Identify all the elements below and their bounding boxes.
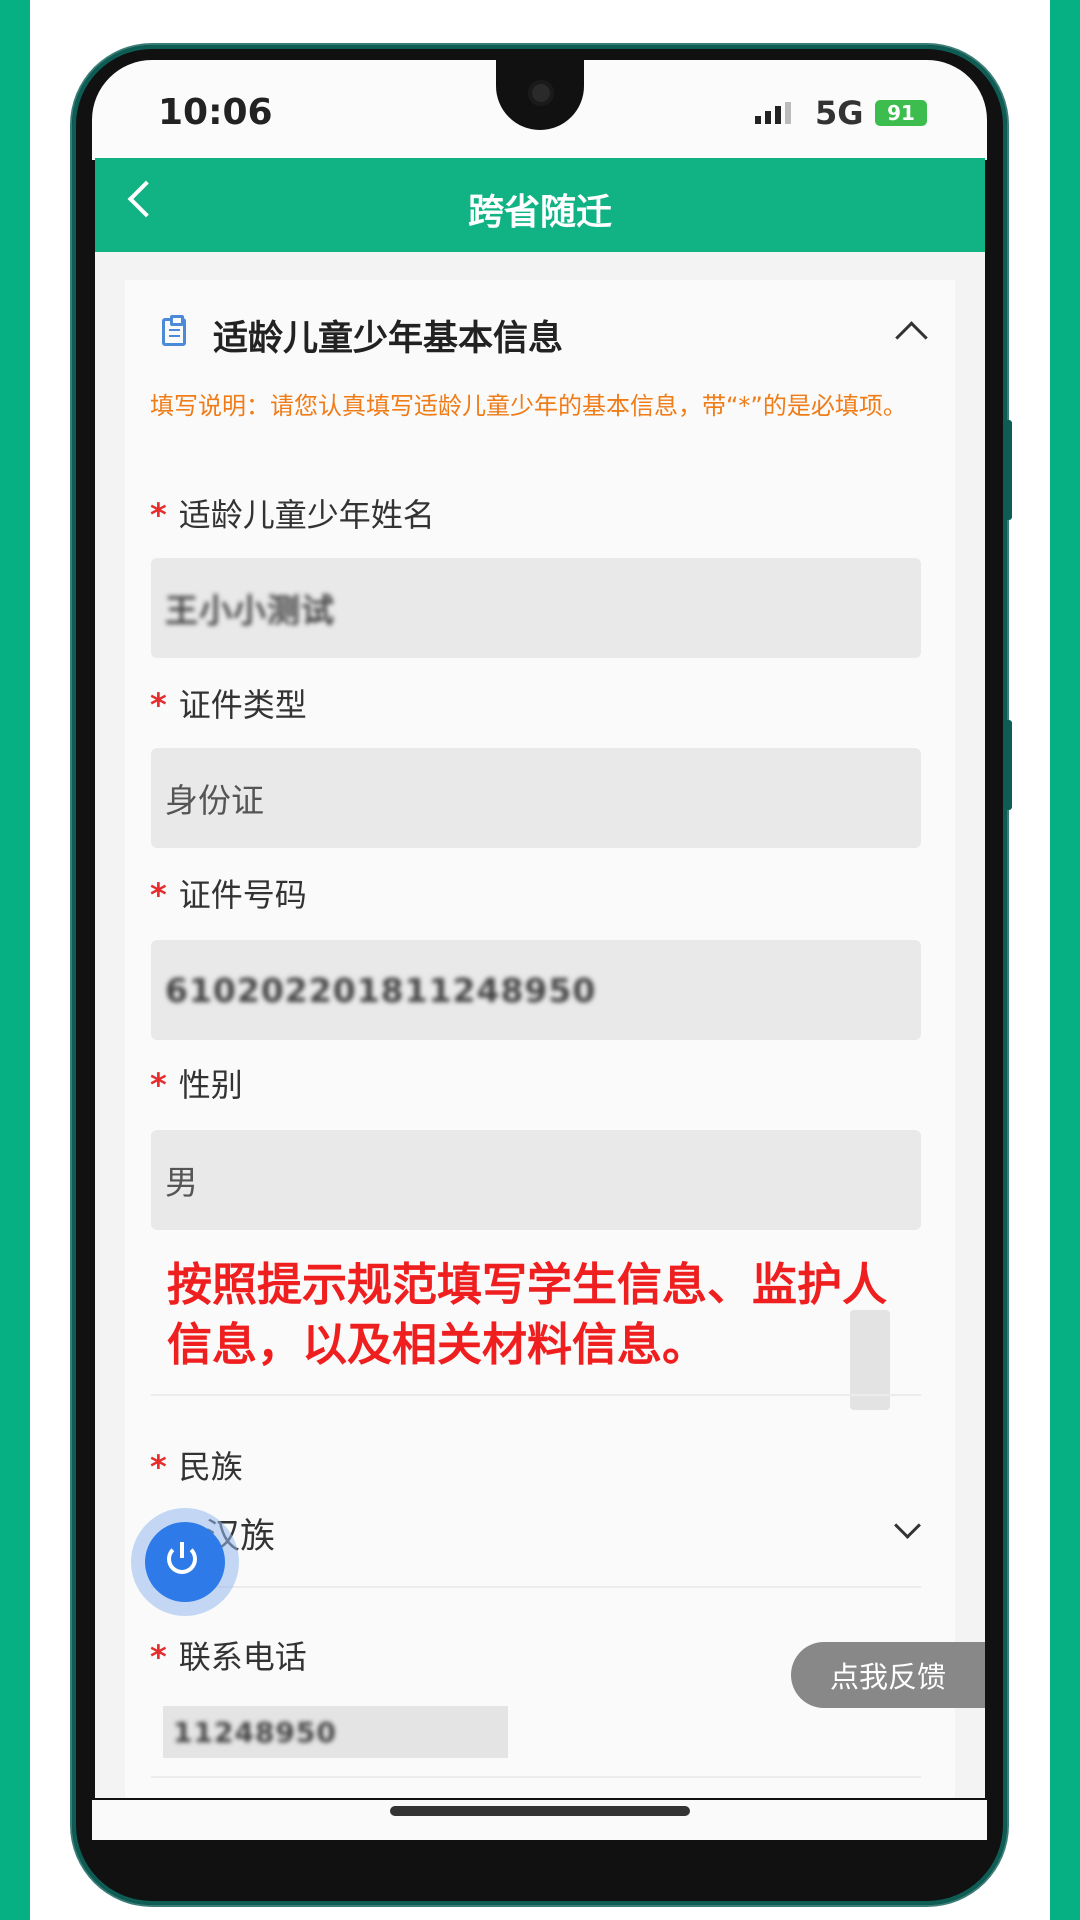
divider [151, 1776, 921, 1778]
divider [151, 1394, 921, 1396]
power-button[interactable] [145, 1522, 225, 1602]
side-button [1004, 720, 1012, 810]
gender-label: * 性别 [150, 1066, 243, 1104]
signal-icon [755, 102, 791, 124]
phone-value: 11248950 [173, 1715, 337, 1749]
id-type-field[interactable]: 身份证 [151, 748, 921, 848]
ethnicity-label: * 民族 [150, 1448, 243, 1486]
frame-right [1050, 0, 1080, 1920]
power-icon [167, 1542, 197, 1574]
name-label: * 适龄儿童少年姓名 [150, 496, 435, 534]
id-number-label: * 证件号码 [150, 876, 307, 914]
id-number-value: 610202201811248950 [165, 970, 597, 1010]
app-screen: 跨省随迁 适龄儿童少年基本信息 填写说明：请您认真填写适龄儿童少年的基本信息，带… [95, 158, 985, 1798]
name-field[interactable]: 王小小测试 [151, 558, 921, 658]
phone-label: * 联系电话 [150, 1638, 307, 1676]
clipboard-icon [162, 315, 186, 346]
name-value: 王小小测试 [165, 591, 335, 630]
chevron-down-icon[interactable] [894, 1512, 921, 1539]
battery-icon: 91 [875, 100, 927, 126]
id-number-field[interactable]: 610202201811248950 [151, 940, 921, 1040]
instruction-tip: 按照提示规范填写学生信息、监护人信息，以及相关材料信息。 [167, 1258, 888, 1371]
id-type-value: 身份证 [165, 781, 264, 820]
frame-left [0, 0, 30, 1920]
status-time: 10:06 [158, 92, 273, 133]
chevron-up-icon[interactable] [895, 321, 928, 354]
divider [151, 1586, 921, 1588]
id-type-label: * 证件类型 [150, 686, 307, 724]
feedback-button[interactable]: 点我反馈 [791, 1642, 985, 1708]
navbar: 跨省随迁 [95, 158, 985, 252]
gender-value: 男 [165, 1163, 198, 1202]
phone-field[interactable]: 11248950 [163, 1706, 508, 1758]
network-type: 5G [815, 94, 864, 132]
gender-field[interactable]: 男 [151, 1130, 921, 1230]
side-button [1004, 420, 1012, 520]
section-title: 适龄儿童少年基本信息 [213, 319, 564, 359]
home-indicator[interactable] [390, 1806, 690, 1816]
camera-icon [528, 80, 554, 106]
fill-instructions: 填写说明：请您认真填写适龄儿童少年的基本信息，带“*”的是必填项。 [150, 392, 907, 420]
page-title: 跨省随迁 [467, 192, 612, 233]
basic-info-card: 适龄儿童少年基本信息 填写说明：请您认真填写适龄儿童少年的基本信息，带“*”的是… [125, 280, 955, 1798]
